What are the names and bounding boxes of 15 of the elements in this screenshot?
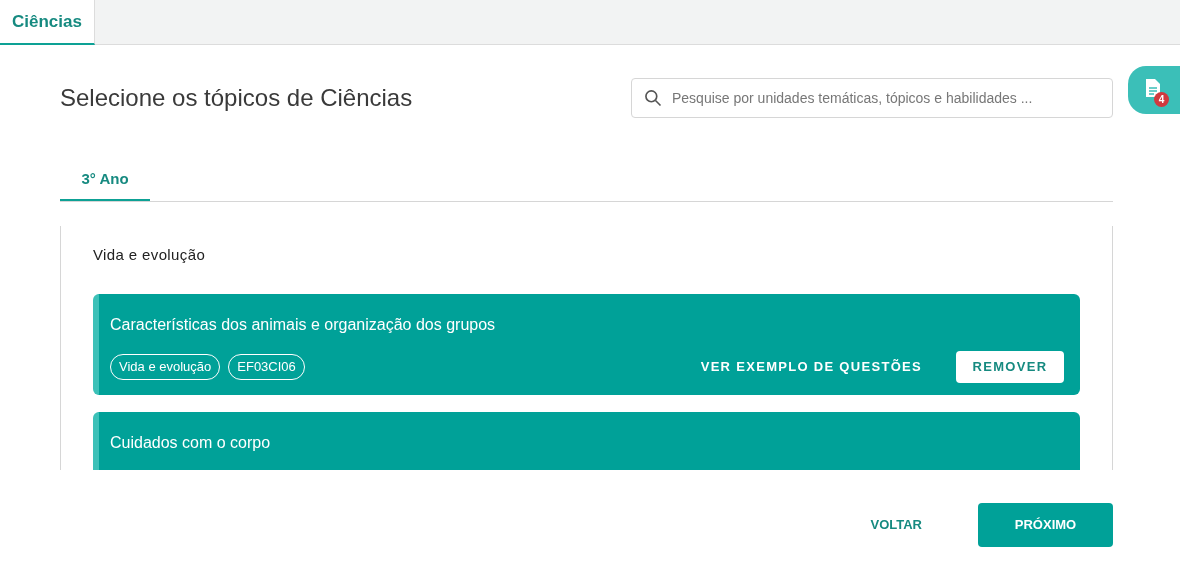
page-title: Selecione os tópicos de Ciências	[60, 83, 413, 113]
topic-title: Cuidados com o corpo	[110, 432, 272, 453]
back-button[interactable]: VOLTAR	[870, 515, 922, 535]
subject-tab[interactable]: Ciências	[0, 0, 95, 45]
next-button[interactable]: PRÓXIMO	[978, 503, 1113, 547]
view-examples-link[interactable]: VER EXEMPLO DE QUESTÕES	[700, 356, 922, 377]
search-icon	[643, 88, 663, 108]
count-badge: 4	[1154, 92, 1169, 107]
search-field[interactable]: Pesquise por unidades temáticas, tópicos e habilidades ...	[631, 78, 1113, 118]
topic-title: Características dos animais e organização dos grupos	[110, 314, 497, 335]
remove-button[interactable]: REMOVER	[956, 350, 1064, 383]
document-icon	[1145, 78, 1161, 98]
section-heading: Vida e evolução	[93, 245, 207, 265]
year-tab[interactable]: 3° Ano	[60, 160, 150, 201]
document-tab-button[interactable]: 4	[1128, 66, 1180, 114]
